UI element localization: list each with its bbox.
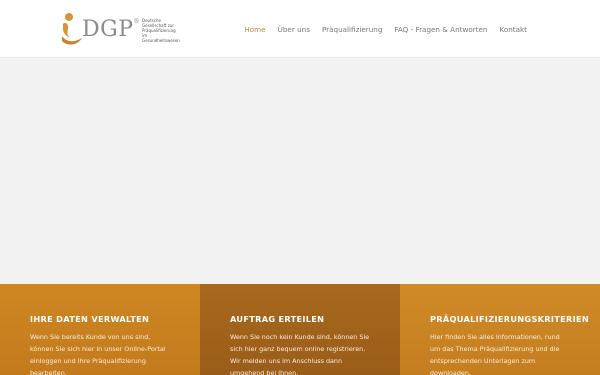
nav-praequalifizierung[interactable]: Präqualifizierung	[316, 25, 388, 34]
feature-title: IHRE DATEN VERWALTEN	[30, 314, 150, 324]
main-navigation: Home Über uns Präqualifizierung FAQ - Fr…	[238, 0, 533, 58]
hero-area	[0, 59, 600, 284]
site-header: DGP® Deutsche Gesellschaft zur Präqualif…	[0, 0, 600, 58]
feature-text: Wenn Sie noch kein Kunde sind, können Si…	[230, 333, 370, 375]
feature-title: AUFTRAG ERTEILEN	[230, 314, 325, 324]
nav-home[interactable]: Home	[238, 25, 271, 34]
feature-box-kriterien[interactable]: PRÄQUALIFIZIERUNGSKRITERIEN Hier finden …	[400, 284, 600, 375]
feature-text: Wenn Sie bereits Kunde von uns sind, kön…	[30, 333, 166, 375]
feature-title: PRÄQUALIFIZIERUNGSKRITERIEN	[430, 314, 590, 324]
feature-box-daten-verwalten[interactable]: IHRE DATEN VERWALTEN Wenn Sie bereits Ku…	[0, 284, 200, 375]
logo-name: DGP®	[82, 17, 141, 42]
logo-subtitle: Deutsche Gesellschaft zur Präqualifizier…	[142, 17, 180, 43]
feature-text: Hier finden Sie alles Informationen, run…	[430, 333, 560, 375]
site-logo[interactable]: DGP® Deutsche Gesellschaft zur Präqualif…	[60, 12, 180, 48]
feature-boxes: IHRE DATEN VERWALTEN Wenn Sie bereits Ku…	[0, 284, 600, 375]
nav-faq[interactable]: FAQ - Fragen & Antworten	[388, 25, 493, 34]
nav-ueber-uns[interactable]: Über uns	[272, 25, 316, 34]
nav-kontakt[interactable]: Kontakt	[493, 25, 533, 34]
feature-box-auftrag-erteilen[interactable]: AUFTRAG ERTEILEN Wenn Sie noch kein Kund…	[200, 284, 400, 375]
